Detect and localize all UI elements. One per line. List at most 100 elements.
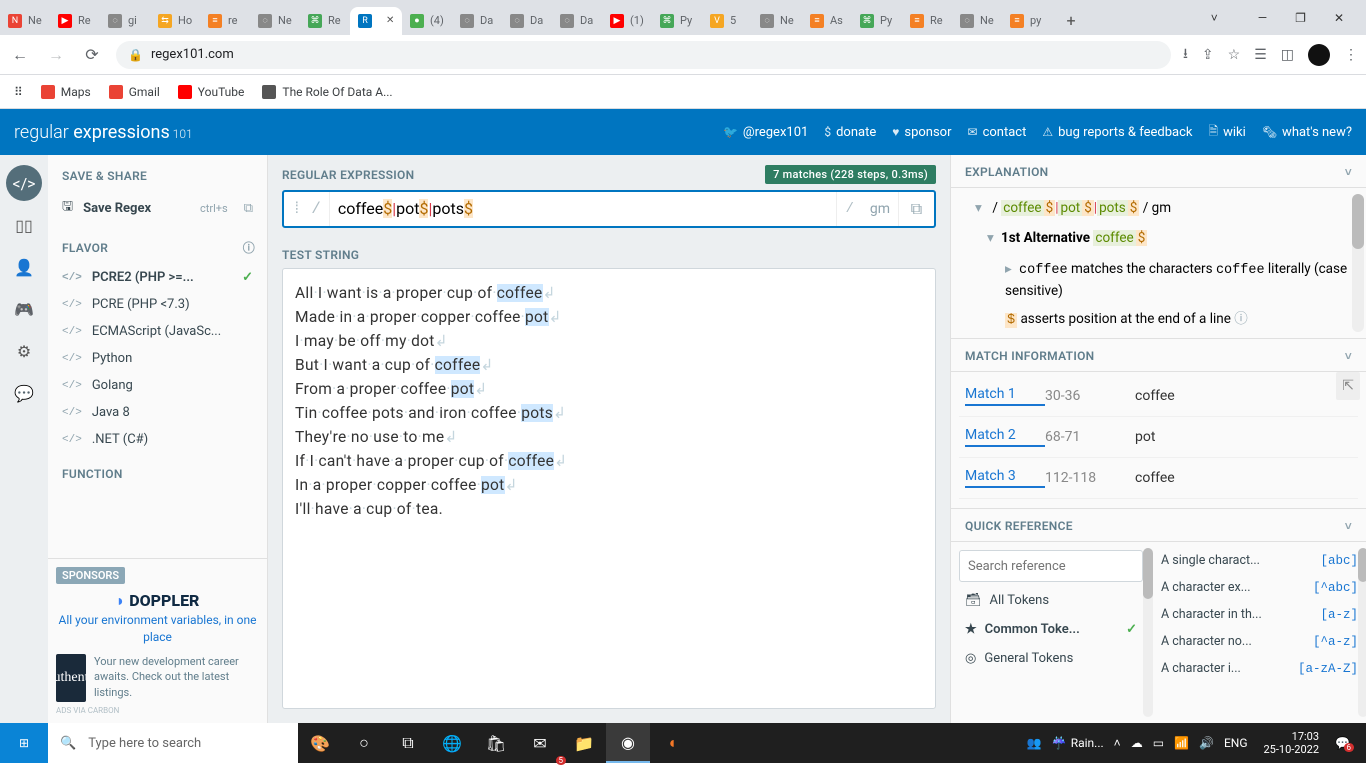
- regex-input[interactable]: coffee$|pot$|pots$: [330, 199, 837, 219]
- tb-store-icon[interactable]: 🛍: [474, 723, 518, 763]
- flavor-help-icon[interactable]: ⓘ: [243, 239, 255, 256]
- rail-library-icon[interactable]: ▯▯: [6, 207, 42, 243]
- minimize-button[interactable]: —: [1254, 7, 1271, 29]
- browser-tab[interactable]: ◌Ne: [952, 7, 1002, 35]
- flavor-item[interactable]: </>PCRE (PHP <7.3): [48, 291, 267, 318]
- header-link[interactable]: ♥sponsor: [892, 125, 951, 140]
- sponsor-carbon[interactable]: Authentic Your new development career aw…: [56, 654, 259, 702]
- tb-mail-icon[interactable]: ✉: [518, 723, 562, 763]
- tb-chrome-icon[interactable]: ◉: [606, 723, 650, 763]
- browser-tab[interactable]: ◌Ne: [250, 7, 300, 35]
- match-row[interactable]: Match 130-36coffee: [959, 376, 1358, 417]
- new-tab-button[interactable]: +: [1058, 8, 1084, 34]
- flavor-item[interactable]: </>Golang: [48, 372, 267, 399]
- regex-options-icon[interactable]: ⁞ /: [284, 192, 330, 226]
- tray-wifi-icon[interactable]: 📶: [1174, 736, 1189, 750]
- install-app-icon[interactable]: ⭳: [1183, 43, 1188, 67]
- browser-tab[interactable]: ⌘Py: [852, 7, 902, 35]
- chrome-menu-icon[interactable]: ⋮: [1344, 47, 1358, 63]
- browser-tab[interactable]: ◌Ne: [752, 7, 802, 35]
- tb-explorer-icon[interactable]: 📁: [562, 723, 606, 763]
- quick-ref-token[interactable]: A character in th...[a-z]: [1157, 602, 1362, 627]
- tb-taskview-icon[interactable]: ⧉: [386, 723, 430, 763]
- copy-regex-button[interactable]: ⧉: [898, 192, 934, 226]
- browser-tab[interactable]: V5: [702, 7, 752, 35]
- bookmark-item[interactable]: Maps: [41, 85, 91, 99]
- rail-chat-icon[interactable]: 💬: [6, 375, 42, 411]
- browser-tab[interactable]: ◌Da: [552, 7, 602, 35]
- tray-onedrive-icon[interactable]: ☁: [1131, 736, 1143, 750]
- browser-tab[interactable]: ≡py: [1002, 7, 1052, 35]
- copy-icon[interactable]: ⧉: [244, 201, 253, 216]
- collapse-match-icon[interactable]: ˅: [1345, 349, 1352, 363]
- rail-regex-icon[interactable]: </>: [6, 165, 42, 201]
- browser-tab[interactable]: ▶(1): [602, 7, 652, 35]
- quick-tokens-scrollbar[interactable]: [1358, 548, 1366, 717]
- share-icon[interactable]: ⇪: [1202, 47, 1214, 63]
- reading-list-icon[interactable]: ☰: [1254, 47, 1267, 63]
- url-input[interactable]: 🔒 regex101.com: [116, 41, 1171, 69]
- rail-quiz-icon[interactable]: 🎮: [6, 291, 42, 327]
- flavor-item[interactable]: </>Python: [48, 345, 267, 372]
- browser-tab[interactable]: ▶Re: [50, 7, 100, 35]
- browser-tab[interactable]: ≡As: [802, 7, 852, 35]
- help-icon[interactable]: ⓘ: [1234, 311, 1248, 327]
- rail-settings-icon[interactable]: ⚙: [6, 333, 42, 369]
- taskbar-search[interactable]: 🔍 Type here to search: [48, 723, 298, 763]
- close-tab-icon[interactable]: ✕: [384, 13, 396, 28]
- tray-overflow-icon[interactable]: ˄: [1114, 736, 1121, 750]
- regex-flags[interactable]: gm: [862, 201, 898, 217]
- bookmark-star-icon[interactable]: ☆: [1228, 47, 1241, 63]
- quick-ref-group[interactable]: ★Common Toke...✓: [959, 615, 1143, 644]
- quick-ref-token[interactable]: A character no...[^a-z]: [1157, 629, 1362, 654]
- collapse-quick-icon[interactable]: ˅: [1345, 519, 1352, 533]
- tray-volume-icon[interactable]: 🔊: [1199, 736, 1214, 750]
- tb-cortana-icon[interactable]: ○: [342, 723, 386, 763]
- quick-ref-search-input[interactable]: [959, 550, 1143, 582]
- quick-ref-token[interactable]: A single charact...[abc]: [1157, 548, 1362, 573]
- tray-lang[interactable]: ENG: [1224, 736, 1248, 750]
- quick-ref-token[interactable]: A character i...[a-zA-Z]: [1157, 656, 1362, 681]
- app-logo[interactable]: regular expressions 101: [14, 122, 193, 143]
- flavor-item[interactable]: </>ECMAScript (JavaSc...: [48, 318, 267, 345]
- bookmark-item[interactable]: Gmail: [109, 85, 160, 99]
- test-string-input[interactable]: All·I·want·is·a·proper·cup·of·coffee↲Mad…: [282, 268, 936, 709]
- browser-tab[interactable]: Rre✕: [350, 7, 402, 35]
- quick-ref-group[interactable]: 🗃All Tokens: [959, 586, 1143, 615]
- tb-jupyter-icon[interactable]: ◖: [650, 723, 694, 763]
- header-link[interactable]: 🐦@regex101: [723, 125, 808, 140]
- flavor-item[interactable]: </>Java 8: [48, 399, 267, 426]
- header-link[interactable]: 🗎wiki: [1208, 122, 1245, 143]
- quick-ref-group[interactable]: ◎General Tokens: [959, 644, 1143, 673]
- export-matches-icon[interactable]: ⇱: [1336, 372, 1360, 400]
- match-row[interactable]: Match 3112-118coffee: [959, 458, 1358, 499]
- browser-tab[interactable]: ◌gi: [100, 7, 150, 35]
- header-link[interactable]: ✉contact: [968, 125, 1027, 140]
- tray-clock[interactable]: 17:03 25-10-2022: [1258, 730, 1326, 756]
- close-window-button[interactable]: ✕: [1330, 7, 1348, 29]
- flavor-item[interactable]: </>PCRE2 (PHP >=...✓: [48, 264, 267, 291]
- collapse-explanation-icon[interactable]: ˅: [1345, 165, 1352, 179]
- bookmark-item[interactable]: The Role Of Data A...: [262, 85, 392, 99]
- save-regex-button[interactable]: 🖫 Save Regex ctrl+s ⧉: [48, 191, 267, 225]
- browser-tab[interactable]: ◌Da: [452, 7, 502, 35]
- browser-tab[interactable]: ⌘Py: [652, 7, 702, 35]
- quick-ref-token[interactable]: A character ex...[^abc]: [1157, 575, 1362, 600]
- header-link[interactable]: $donate: [824, 125, 876, 140]
- side-panel-icon[interactable]: ◫: [1281, 47, 1294, 63]
- tb-news-icon[interactable]: 🎨: [298, 723, 342, 763]
- chrome-menu-caret[interactable]: ˅: [1193, 11, 1236, 25]
- tray-weather-icon[interactable]: ☔Rain...: [1052, 736, 1104, 750]
- reload-button[interactable]: ⟳: [80, 45, 104, 64]
- profile-avatar[interactable]: [1308, 44, 1330, 66]
- browser-tab[interactable]: ≡Re: [902, 7, 952, 35]
- tray-meet-icon[interactable]: ▭: [1153, 736, 1164, 750]
- browser-tab[interactable]: NNe: [0, 7, 50, 35]
- match-row[interactable]: Match 268-71pot: [959, 417, 1358, 458]
- bookmark-item[interactable]: YouTube: [178, 85, 245, 99]
- flavor-item[interactable]: </>.NET (C#): [48, 426, 267, 453]
- start-button[interactable]: ⊞: [0, 723, 48, 763]
- tray-notifications-icon[interactable]: 💬: [1335, 736, 1350, 750]
- browser-tab[interactable]: ≡re: [200, 7, 250, 35]
- tray-people-icon[interactable]: 👥: [1027, 736, 1042, 750]
